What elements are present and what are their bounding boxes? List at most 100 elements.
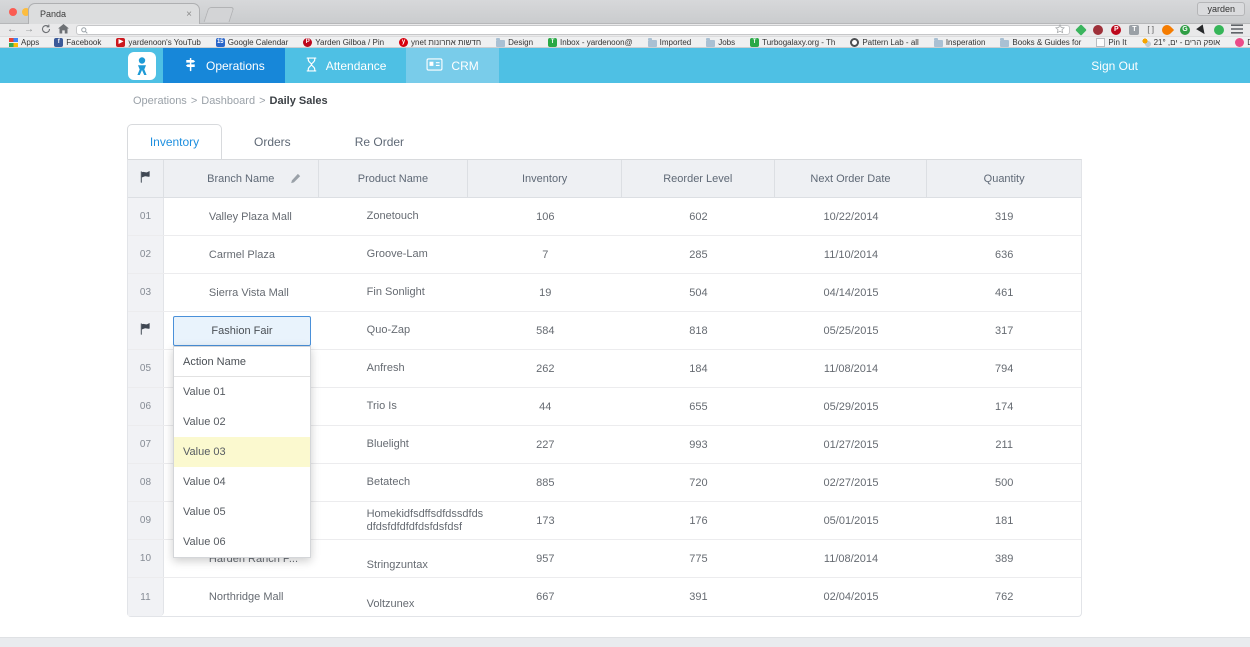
bookmark-item-1[interactable]: Apps — [9, 38, 39, 47]
dropdown-option-value-03[interactable]: Value 03 — [174, 437, 310, 467]
product-name-cell: Groove-Lam — [319, 236, 469, 273]
dropdown-option-value-04[interactable]: Value 04 — [174, 467, 310, 497]
dropdown-option-value-05[interactable]: Value 05 — [174, 497, 310, 527]
browser-tab[interactable]: Panda × — [28, 3, 200, 24]
branch-name-cell: Sierra Vista Mall — [164, 274, 319, 311]
bookmark-item-12[interactable]: Pattern Lab - all — [850, 38, 918, 47]
profile-chip[interactable]: yarden — [1197, 2, 1245, 16]
quantity-cell: 389 — [927, 540, 1081, 577]
table-row[interactable]: 03Sierra Vista MallFin Sonlight1950404/1… — [128, 274, 1081, 312]
quantity-cell: 211 — [927, 426, 1081, 463]
bookmark-item-5[interactable]: PYarden Gilboa / Pin — [303, 38, 384, 47]
bookmark-label: 21° ,אופק הרים - ים — [1154, 38, 1221, 47]
bookmark-item-14[interactable]: Books & Guides for — [1000, 38, 1081, 47]
t-extension-icon[interactable]: T — [1129, 25, 1139, 35]
next-order-date-cell: 04/14/2015 — [775, 274, 928, 311]
bookmark-item-9[interactable]: Imported — [648, 38, 692, 47]
sign-out-link[interactable]: Sign Out — [1091, 48, 1138, 83]
close-window-button[interactable] — [9, 8, 17, 16]
bookmark-item-16[interactable]: 21° ,אופק הרים - ים — [1142, 38, 1221, 47]
close-tab-icon[interactable]: × — [186, 9, 192, 20]
bookmark-item-6[interactable]: yynet חדשות אחרונות — [399, 38, 481, 47]
next-order-date-cell: 02/04/2015 — [775, 578, 928, 616]
dot-extension-icon[interactable] — [1214, 25, 1224, 35]
home-button[interactable] — [58, 24, 69, 37]
calendar-icon: 15 — [216, 38, 225, 47]
panda-logo[interactable] — [128, 52, 156, 80]
tab-inventory[interactable]: Inventory — [127, 124, 222, 159]
brackets-extension-icon[interactable]: [ ] — [1147, 25, 1154, 35]
bookmark-item-2[interactable]: fFacebook — [54, 38, 101, 47]
reorder-level-cell: 504 — [622, 274, 775, 311]
quantity-cell: 500 — [927, 464, 1081, 501]
bookmark-label: Insperation — [946, 38, 986, 47]
next-order-date-cell: 01/27/2015 — [775, 426, 928, 463]
table-row[interactable]: 01Valley Plaza MallZonetouch10660210/22/… — [128, 198, 1081, 236]
bookmark-item-11[interactable]: TTurbogalaxy.org - Th — [750, 38, 835, 47]
tab-re-order[interactable]: Re Order — [323, 124, 436, 159]
forward-button[interactable]: → — [24, 25, 34, 35]
row-number-cell: 03 — [128, 274, 164, 311]
flag-icon — [138, 170, 152, 187]
bookmark-item-3[interactable]: ▶yardenoon's YouTub — [116, 38, 200, 47]
diamond-extension-icon[interactable] — [1076, 24, 1087, 35]
column-header-branch-name: Branch Name — [164, 160, 319, 197]
table-row[interactable]: 11Northridge MallVoltzunex66739102/04/20… — [128, 578, 1081, 616]
next-order-date-cell: 05/25/2015 — [775, 312, 928, 349]
product-name-cell: Zonetouch — [319, 198, 469, 235]
tab-orders[interactable]: Orders — [222, 124, 323, 159]
apps-grid-icon — [9, 38, 18, 47]
row-number-cell: 06 — [128, 388, 164, 425]
dropdown-option-value-06[interactable]: Value 06 — [174, 527, 310, 557]
row-number-cell: 09 — [128, 502, 164, 539]
nav-item-crm[interactable]: CRM — [406, 48, 498, 83]
inventory-cell: 262 — [468, 350, 622, 387]
back-button[interactable]: ← — [7, 25, 17, 35]
reorder-level-cell: 818 — [622, 312, 775, 349]
stop-extension-icon[interactable] — [1093, 25, 1103, 35]
bookmark-item-4[interactable]: 15Google Calendar — [216, 38, 288, 47]
turbogalaxy-icon: T — [750, 38, 759, 47]
next-order-date-cell: 11/10/2014 — [775, 236, 928, 273]
inventory-cell: 227 — [468, 426, 622, 463]
quantity-cell: 317 — [927, 312, 1081, 349]
row-number-cell: 10 — [128, 540, 164, 577]
inventory-cell: 584 — [468, 312, 622, 349]
reload-button[interactable] — [41, 24, 51, 37]
edit-pencil-icon[interactable] — [290, 173, 301, 187]
bookmark-item-13[interactable]: Insperation — [934, 38, 986, 47]
breadcrumb-dashboard[interactable]: Dashboard — [201, 95, 255, 107]
g-extension-icon[interactable]: G — [1180, 25, 1190, 35]
bookmark-label: Google Calendar — [228, 38, 288, 47]
nav-item-attendance[interactable]: Attendance — [285, 48, 407, 83]
nav-item-operations[interactable]: Operations — [163, 48, 285, 83]
bookmark-label: Turbogalaxy.org - Th — [762, 38, 835, 47]
dropdown-option-value-01[interactable]: Value 01 — [174, 377, 310, 407]
ynet-icon: y — [399, 38, 408, 47]
signpost-icon — [183, 57, 198, 75]
column-header-flag — [128, 160, 164, 197]
url-input[interactable] — [92, 26, 1051, 34]
new-tab-button[interactable] — [204, 7, 235, 22]
pinterest-extension-icon[interactable]: P — [1111, 25, 1121, 35]
address-bar[interactable] — [76, 25, 1070, 35]
table-row[interactable]: 02Carmel PlazaGroove-Lam728511/10/201463… — [128, 236, 1081, 274]
nav-item-label: Attendance — [326, 59, 387, 73]
content-tabs: InventoryOrdersRe Order — [127, 124, 436, 159]
bookmark-label: Facebook — [66, 38, 101, 47]
cursor-extension-icon[interactable] — [1196, 24, 1208, 36]
dropdown-option-value-02[interactable]: Value 02 — [174, 407, 310, 437]
row-number-cell — [128, 312, 164, 349]
breadcrumb-operations[interactable]: Operations — [133, 95, 187, 107]
next-order-date-cell: 10/22/2014 — [775, 198, 928, 235]
branch-name-input[interactable]: Fashion Fair — [173, 316, 311, 346]
flame-extension-icon[interactable] — [1160, 23, 1174, 37]
bookmark-item-8[interactable]: TInbox - yardenoon@ — [548, 38, 633, 47]
bookmark-item-17[interactable]: Dribbble - Invite — [1235, 38, 1250, 47]
bookmark-item-10[interactable]: Jobs — [706, 38, 735, 47]
youtube-icon: ▶ — [116, 38, 125, 47]
bookmark-item-7[interactable]: Design — [496, 38, 533, 47]
folder-icon — [934, 40, 943, 47]
bookmark-item-15[interactable]: Pin It — [1096, 38, 1126, 47]
quantity-cell: 794 — [927, 350, 1081, 387]
